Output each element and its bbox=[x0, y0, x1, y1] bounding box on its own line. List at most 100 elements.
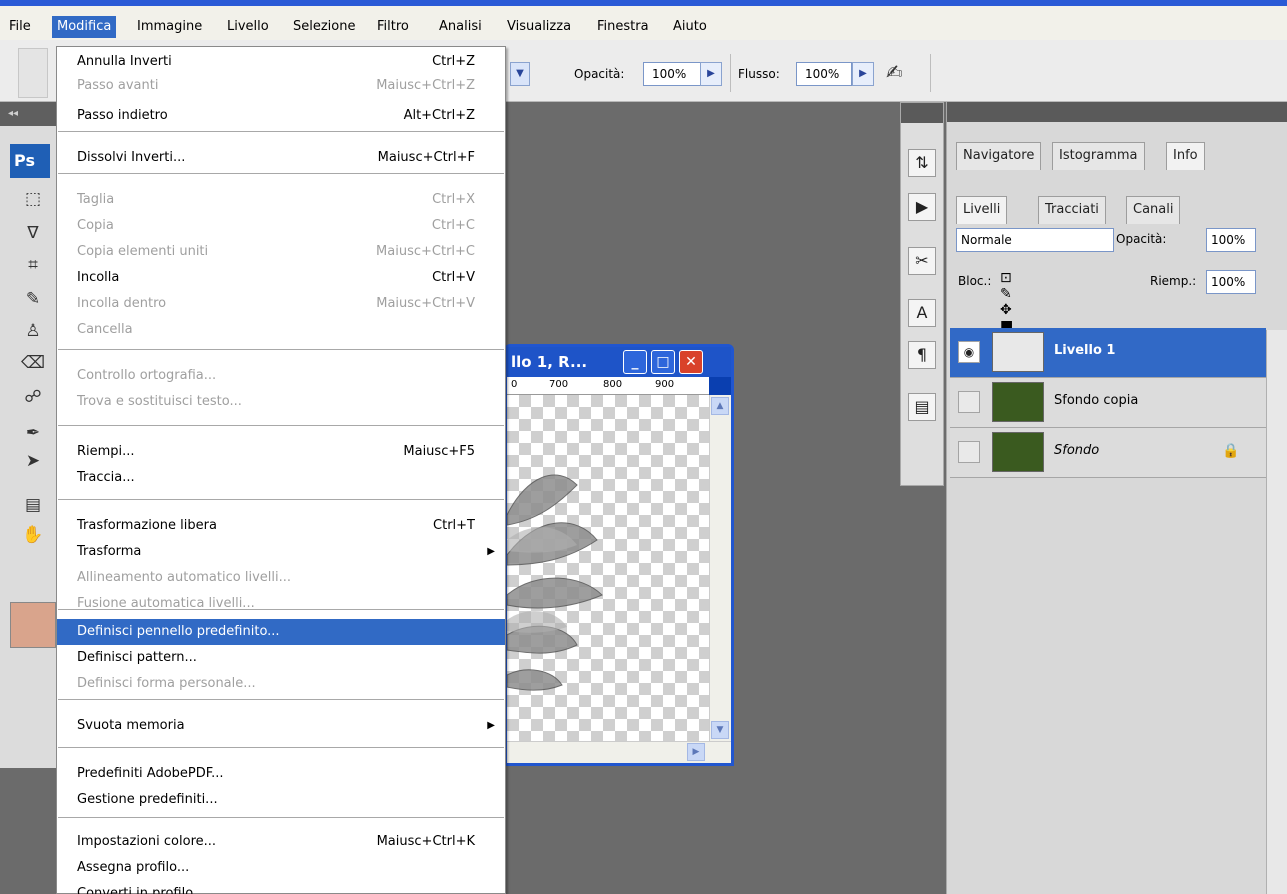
menu-item-label: Copia bbox=[77, 218, 114, 233]
ruler-tick: 700 bbox=[549, 379, 569, 390]
menu-file[interactable]: File bbox=[4, 16, 36, 38]
menu-item[interactable]: Assegna profilo... bbox=[57, 855, 505, 881]
menu-item: Incolla dentro Maiusc+Ctrl+V bbox=[57, 291, 505, 317]
layer-row[interactable]: Sfondo copia bbox=[950, 378, 1266, 428]
menu-item[interactable]: Trasformazione libera Ctrl+T bbox=[57, 513, 505, 539]
vertical-scrollbar[interactable]: ▲ ▼ bbox=[709, 395, 731, 741]
pen-tool-icon[interactable]: ✒ bbox=[20, 420, 46, 446]
maximize-button[interactable]: □ bbox=[651, 350, 675, 374]
menu-item[interactable]: Definisci pennello predefinito... bbox=[57, 619, 505, 645]
visibility-toggle[interactable] bbox=[958, 391, 980, 413]
blend-mode-select[interactable]: Normale bbox=[956, 228, 1114, 252]
horizontal-scrollbar[interactable]: ▶ bbox=[507, 741, 731, 763]
lock-options-icon[interactable]: ⊡ ✎ ✥ ■ bbox=[1000, 270, 1013, 334]
edit-menu: Annulla Inverti Ctrl+Z Passo avanti Maiusc+… bbox=[56, 46, 506, 894]
menu-item[interactable]: Traccia... bbox=[57, 465, 505, 491]
menu-visualizza[interactable]: Visualizza bbox=[502, 16, 576, 38]
toolbox-collapse-icon[interactable]: ◂◂ bbox=[0, 102, 57, 126]
character-panel-icon[interactable]: A bbox=[908, 299, 936, 327]
close-button[interactable]: ✕ bbox=[679, 350, 703, 374]
panel-strip-header[interactable] bbox=[901, 103, 943, 123]
actions-panel-icon[interactable]: ▶ bbox=[908, 193, 936, 221]
opacity-field[interactable]: 100% bbox=[643, 62, 703, 86]
menu-separator bbox=[58, 349, 504, 350]
menu-separator bbox=[58, 425, 504, 426]
menu-item[interactable]: Definisci pattern... bbox=[57, 645, 505, 671]
flow-slider-button[interactable]: ▶ bbox=[852, 62, 874, 86]
stamp-tool-icon[interactable]: ♙ bbox=[20, 318, 46, 344]
menu-separator bbox=[58, 699, 504, 700]
menu-item-label: Controllo ortografia... bbox=[77, 368, 217, 383]
menu-item[interactable]: Predefiniti AdobePDF... bbox=[57, 761, 505, 787]
marquee-tool-icon[interactable]: ⬚ bbox=[20, 186, 46, 212]
menu-livello[interactable]: Livello bbox=[222, 16, 274, 38]
scroll-up-icon[interactable]: ▲ bbox=[711, 397, 729, 415]
menu-item[interactable]: Impostazioni colore... Maiusc+Ctrl+K bbox=[57, 829, 505, 855]
lock-label: Bloc.: bbox=[958, 274, 992, 288]
eraser-tool-icon[interactable]: ⌫ bbox=[20, 350, 46, 376]
menu-modifica[interactable]: Modifica bbox=[52, 16, 117, 38]
paragraph-panel-icon[interactable]: ¶ bbox=[908, 341, 936, 369]
eye-icon[interactable]: ◉ bbox=[958, 341, 980, 363]
blur-tool-icon[interactable]: ☍ bbox=[20, 384, 46, 410]
layer-comps-icon[interactable]: ▤ bbox=[908, 393, 936, 421]
flow-field[interactable]: 100% bbox=[796, 62, 852, 86]
menu-item[interactable]: Dissolvi Inverti... Maiusc+Ctrl+F bbox=[57, 145, 505, 171]
menu-item-label: Impostazioni colore... bbox=[77, 834, 217, 849]
visibility-toggle[interactable] bbox=[958, 441, 980, 463]
tab-navigatore[interactable]: Navigatore bbox=[956, 142, 1042, 170]
dock-header[interactable] bbox=[947, 102, 1287, 122]
layers-scrollbar[interactable] bbox=[1266, 330, 1287, 894]
submenu-arrow-icon: ▶ bbox=[487, 546, 495, 557]
layers-opacity-field[interactable]: 100% bbox=[1206, 228, 1256, 252]
menu-item[interactable]: Trasforma ▶ bbox=[57, 539, 505, 565]
layer-row[interactable]: Sfondo 🔒 bbox=[950, 428, 1266, 478]
menu-item[interactable]: Gestione predefiniti... bbox=[57, 787, 505, 813]
menu-item-label: Fusione automatica livelli... bbox=[77, 596, 255, 611]
foreground-color-swatch[interactable] bbox=[10, 602, 56, 648]
menu-immagine[interactable]: Immagine bbox=[132, 16, 207, 38]
menu-item[interactable]: Converti in profilo... bbox=[57, 881, 505, 894]
opacity-slider-button[interactable]: ▶ bbox=[700, 62, 722, 86]
horizontal-ruler: 0 700 800 900 bbox=[507, 377, 709, 395]
tool-preset-picker[interactable] bbox=[18, 48, 48, 98]
healing-brush-icon[interactable]: ✎ bbox=[20, 286, 46, 312]
menu-item-label: Gestione predefiniti... bbox=[77, 792, 218, 807]
tab-tracciati[interactable]: Tracciati bbox=[1038, 196, 1106, 224]
layer-thumbnail bbox=[992, 332, 1044, 372]
selection-arrow-icon[interactable]: ➤ bbox=[20, 448, 46, 474]
airbrush-icon[interactable]: ✍ bbox=[886, 60, 903, 84]
layer-name: Sfondo copia bbox=[1054, 393, 1139, 408]
menu-finestra[interactable]: Finestra bbox=[592, 16, 654, 38]
menu-filtro[interactable]: Filtro bbox=[372, 16, 414, 38]
mode-dropdown-button[interactable]: ▼ bbox=[510, 62, 530, 86]
scroll-down-icon[interactable]: ▼ bbox=[711, 721, 729, 739]
menu-item: Definisci forma personale... bbox=[57, 671, 505, 697]
crop-tool-icon[interactable]: ⌗ bbox=[20, 252, 46, 278]
minimize-button[interactable]: _ bbox=[623, 350, 647, 374]
image-canvas[interactable] bbox=[507, 395, 709, 741]
menu-selezione[interactable]: Selezione bbox=[288, 16, 361, 38]
menu-item: Passo avanti Maiusc+Ctrl+Z bbox=[57, 73, 505, 99]
menu-aiuto[interactable]: Aiuto bbox=[668, 16, 712, 38]
menu-analisi[interactable]: Analisi bbox=[434, 16, 487, 38]
tab-istogramma[interactable]: Istogramma bbox=[1052, 142, 1145, 170]
history-panel-icon[interactable]: ⇅ bbox=[908, 149, 936, 177]
layer-row[interactable]: ◉ Livello 1 bbox=[950, 328, 1266, 378]
tool-presets-icon[interactable]: ✂ bbox=[908, 247, 936, 275]
notes-tool-icon[interactable]: ▤ bbox=[20, 492, 46, 518]
hand-tool-icon[interactable]: ✋ bbox=[20, 522, 46, 548]
menu-item[interactable]: Riempi... Maiusc+F5 bbox=[57, 439, 505, 465]
fill-field[interactable]: 100% bbox=[1206, 270, 1256, 294]
tab-livelli[interactable]: Livelli bbox=[956, 196, 1008, 224]
menu-item[interactable]: Incolla Ctrl+V bbox=[57, 265, 505, 291]
tab-info[interactable]: Info bbox=[1166, 142, 1205, 170]
lasso-tool-icon[interactable]: ᐁ bbox=[20, 220, 46, 246]
menu-bar: File Modifica Immagine Livello Selezione… bbox=[0, 0, 1287, 40]
scroll-right-icon[interactable]: ▶ bbox=[687, 743, 705, 761]
tab-canali[interactable]: Canali bbox=[1126, 196, 1181, 224]
menu-item[interactable]: Passo indietro Alt+Ctrl+Z bbox=[57, 103, 505, 129]
menu-item[interactable]: Annulla Inverti Ctrl+Z bbox=[57, 49, 505, 75]
menu-separator bbox=[58, 131, 504, 132]
menu-item[interactable]: Svuota memoria ▶ bbox=[57, 713, 505, 739]
